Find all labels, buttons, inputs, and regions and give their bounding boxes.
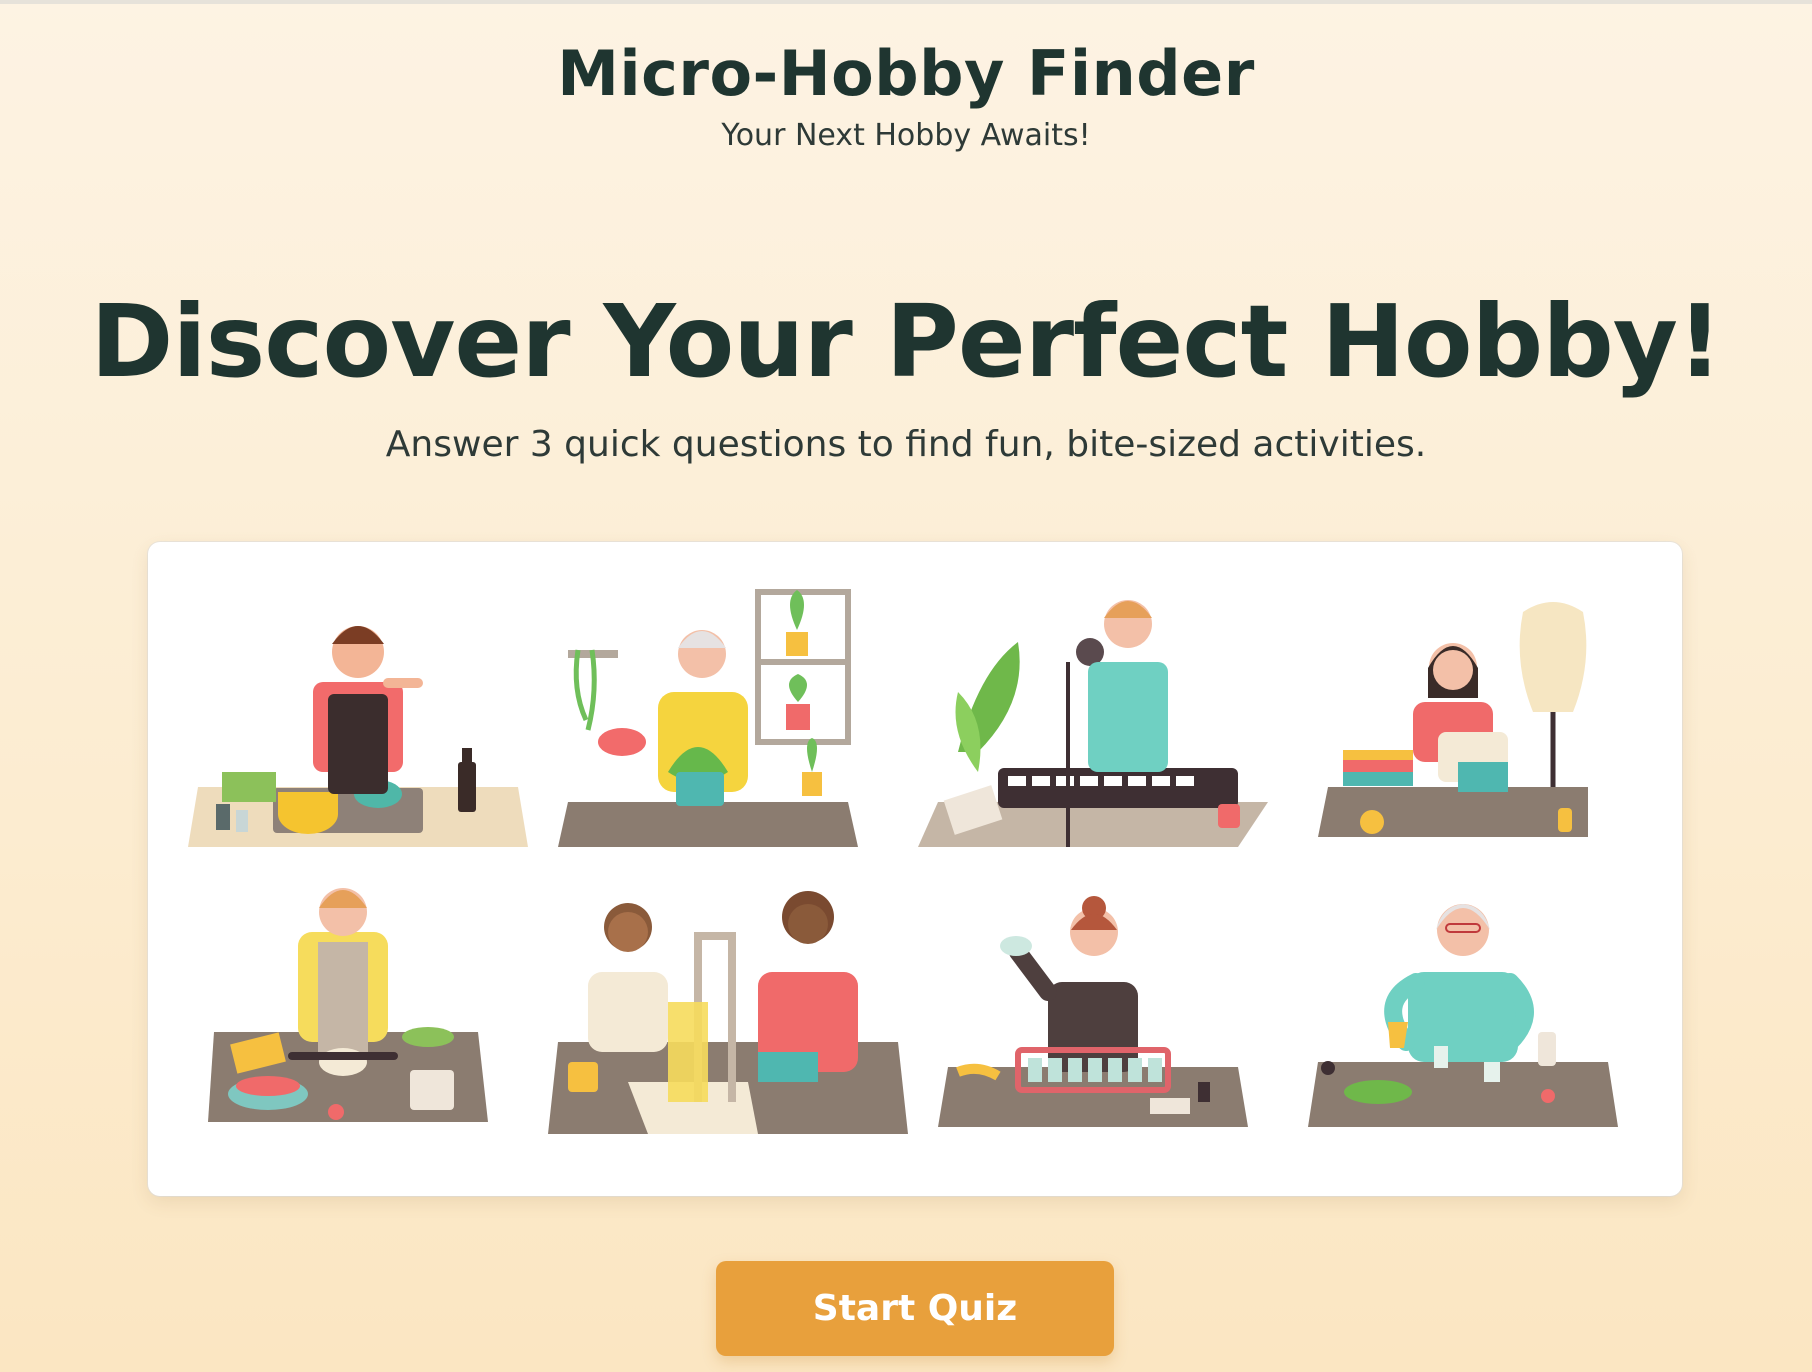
sewing-illustration: [1288, 582, 1656, 872]
start-quiz-button[interactable]: Start Quiz: [716, 1261, 1114, 1356]
music-keyboard-illustration: [918, 582, 1286, 872]
hero-subtitle: Answer 3 quick questions to find fun, bi…: [385, 424, 1427, 465]
cooking-illustration: [178, 582, 546, 872]
gardening-illustration: [548, 582, 916, 872]
hero-title: Discover Your Perfect Hobby!: [90, 283, 1722, 400]
candle-making-illustration: [1288, 872, 1656, 1162]
top-border: [0, 0, 1812, 4]
app-header: Micro-Hobby Finder Your Next Hobby Await…: [0, 37, 1812, 154]
illustration-grid: [178, 582, 1652, 1162]
baking-illustration: [178, 872, 546, 1162]
hobby-illustrations-card: [148, 542, 1682, 1196]
woodworking-illustration: [548, 872, 916, 1162]
soap-making-illustration: [918, 872, 1286, 1162]
app-subtitle: Your Next Hobby Awaits!: [721, 118, 1091, 153]
app-title: Micro-Hobby Finder: [557, 37, 1255, 110]
